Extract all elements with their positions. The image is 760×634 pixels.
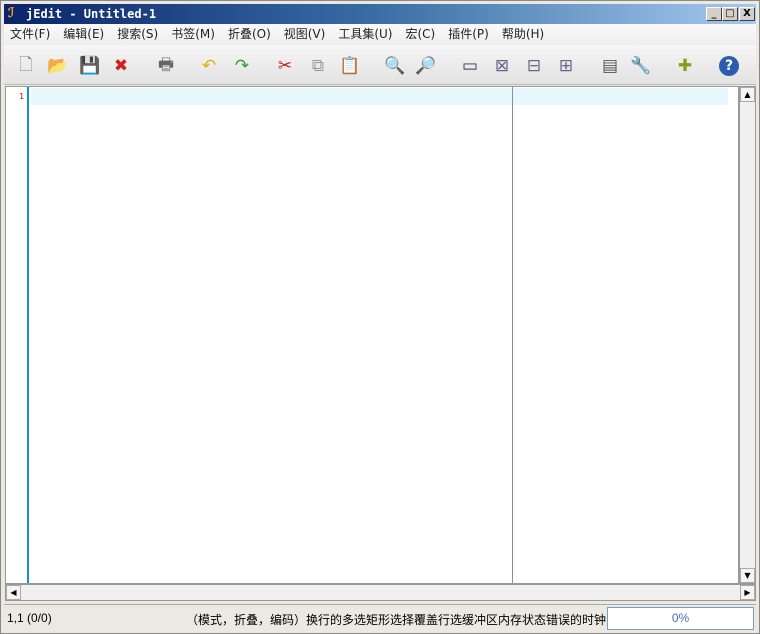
print-button[interactable]: 🖶 <box>154 54 178 78</box>
status-modes[interactable]: （模式，折叠，编码）换行的多选矩形选择覆盖行选缓冲区内存状态错误的时钟 <box>186 611 606 628</box>
menu-item[interactable]: 文件(F) <box>4 24 56 45</box>
horizontal-scrollbar[interactable]: ◀ ▶ <box>5 584 756 601</box>
save-icon: 💾 <box>79 56 101 76</box>
window-title: jEdit - Untitled-1 <box>26 7 157 21</box>
scroll-up-icon[interactable]: ▲ <box>740 87 755 102</box>
redo-button[interactable]: ↷ <box>230 54 254 78</box>
menu-item[interactable]: 折叠(O) <box>222 24 277 45</box>
redo-icon: ↷ <box>234 56 250 76</box>
unsplit-button[interactable]: ⊠ <box>490 54 514 78</box>
new-file-icon: 🗋 <box>19 54 33 75</box>
plugin-manager-button[interactable]: ✚ <box>673 54 697 78</box>
maximize-button[interactable]: □ <box>722 7 738 21</box>
title-bar: ℐ jEdit - Untitled-1 _ □ X <box>4 4 756 24</box>
split-horizontal-button[interactable]: ⊟ <box>522 54 546 78</box>
paste-button[interactable]: 📋 <box>338 54 362 78</box>
toolbar: 🗋 📂 💾 ✖ 🖶 ↶ ↷ ✂ ⧉ 📋 🔍 🔎 ▭ ⊠ ⊟ ⊞ ▤ 🔧 ✚? <box>4 45 756 85</box>
minimize-button[interactable]: _ <box>706 7 722 21</box>
find-next-button[interactable]: 🔎 <box>414 54 438 78</box>
new-file-button[interactable]: 🗋 <box>14 54 38 78</box>
menu-item[interactable]: 工具集(U) <box>332 24 398 45</box>
find-button[interactable]: 🔍 <box>383 54 407 78</box>
menu-item[interactable]: 视图(V) <box>278 24 332 45</box>
menu-item[interactable]: 插件(P) <box>442 24 495 45</box>
line-number: 1 <box>19 92 24 101</box>
status-bar: 1,1 (0/0) （模式，折叠，编码）换行的多选矩形选择覆盖行选缓冲区内存状态… <box>4 604 756 631</box>
cut-button[interactable]: ✂ <box>273 54 297 78</box>
close-file-icon: ✖ <box>113 56 129 76</box>
close-button[interactable]: X <box>739 7 755 21</box>
undo-button[interactable]: ↶ <box>197 54 221 78</box>
menu-item[interactable]: 编辑(E) <box>57 24 110 45</box>
jedit-window: ℐ jEdit - Untitled-1 _ □ X 文件(F) 编辑(E) 搜索(… <box>0 0 760 634</box>
buffer-options-icon: ▤ <box>601 56 619 76</box>
split-vertical-button[interactable]: ⊞ <box>554 54 578 78</box>
help-icon: ? <box>719 56 739 76</box>
split-vertical-icon: ⊞ <box>558 56 574 76</box>
scroll-down-icon[interactable]: ▼ <box>740 568 755 583</box>
buffer-options-button[interactable]: ▤ <box>598 54 622 78</box>
close-file-button[interactable]: ✖ <box>109 54 133 78</box>
gutter: 1 <box>6 87 29 583</box>
menu-item[interactable]: 搜索(S) <box>111 24 164 45</box>
save-button[interactable]: 💾 <box>78 54 102 78</box>
find-icon: 🔍 <box>384 56 406 76</box>
copy-button[interactable]: ⧉ <box>306 54 330 78</box>
global-options-icon: 🔧 <box>630 56 652 76</box>
menu-bar: 文件(F) 编辑(E) 搜索(S) 书签(M) 折叠(O) 视图(V) 工具集(U) 宏(C)… <box>4 24 756 45</box>
caret-position[interactable]: 1,1 (0/0) <box>7 611 52 625</box>
memory-status[interactable]: 0% <box>607 607 754 630</box>
vertical-scrollbar[interactable]: ▲ ▼ <box>739 86 756 584</box>
jedit-logo-icon: ℐ <box>8 6 15 21</box>
plugin-manager-icon: ✚ <box>677 56 693 76</box>
open-folder-button[interactable]: 📂 <box>46 54 70 78</box>
unsplit-icon: ⊠ <box>494 56 510 76</box>
wrap-guide <box>512 87 513 583</box>
split-horizontal-icon: ⊟ <box>526 56 542 76</box>
help-button[interactable]: ? <box>717 54 741 78</box>
print-icon: 🖶 <box>157 54 175 75</box>
scroll-left-icon[interactable]: ◀ <box>6 585 21 600</box>
menu-item[interactable]: 宏(C) <box>399 24 441 45</box>
cut-icon: ✂ <box>277 56 293 76</box>
global-options-button[interactable]: 🔧 <box>629 54 653 78</box>
open-folder-icon: 📂 <box>47 56 69 76</box>
find-next-icon: 🔎 <box>415 56 437 76</box>
new-view-button[interactable]: ▭ <box>458 54 482 78</box>
text-area[interactable]: 1 <box>5 86 739 584</box>
undo-icon: ↶ <box>201 56 217 76</box>
new-view-icon: ▭ <box>461 56 479 76</box>
copy-icon: ⧉ <box>311 56 325 76</box>
current-line-highlight <box>31 88 728 105</box>
menu-item[interactable]: 帮助(H) <box>496 24 550 45</box>
paste-icon: 📋 <box>339 56 361 76</box>
scroll-right-icon[interactable]: ▶ <box>740 585 755 600</box>
menu-item[interactable]: 书签(M) <box>165 24 221 45</box>
